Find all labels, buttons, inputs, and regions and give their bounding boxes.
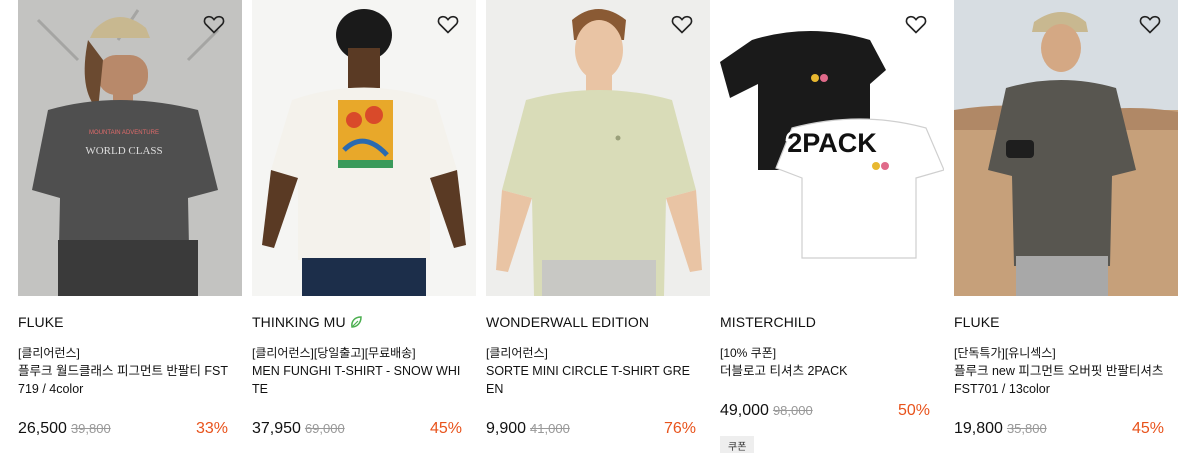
overlay-text: 2PACK <box>787 128 877 158</box>
price: 37,950 69,000 <box>252 420 345 438</box>
price: 49,000 98,000 <box>720 402 813 420</box>
heart-icon[interactable] <box>1138 12 1162 36</box>
product-image[interactable]: MOUNTAIN ADVENTURE WORLD CLASS <box>18 0 242 296</box>
product-tags: [클리어런스][당일출고][무료배송] <box>252 346 416 360</box>
product-card[interactable]: WONDERWALL EDITION [클리어런스] SORTE MINI CI… <box>486 0 710 453</box>
product-name[interactable]: 플루크 new 피그먼트 오버핏 반팔티셔츠 FST701 / 13color <box>954 362 1164 398</box>
sale-price: 49,000 <box>720 402 769 419</box>
brand-name[interactable]: FLUKE <box>18 314 64 330</box>
price: 19,800 35,800 <box>954 420 1047 438</box>
discount-rate: 33% <box>195 420 228 437</box>
price: 26,500 39,800 <box>18 420 111 438</box>
price: 9,900 41,000 <box>486 420 570 438</box>
print-text: MOUNTAIN ADVENTURE <box>89 130 159 136</box>
product-tags: [클리어런스] <box>486 346 548 360</box>
original-price: 98,000 <box>772 403 813 418</box>
product-name[interactable]: 플루크 월드클래스 피그먼트 반팔티 FST719 / 4color <box>18 362 228 398</box>
sale-price: 26,500 <box>18 420 67 437</box>
original-price: 39,800 <box>70 421 111 436</box>
original-price: 41,000 <box>530 421 570 436</box>
brand-name[interactable]: MISTERCHILD <box>720 314 816 330</box>
heart-icon[interactable] <box>670 12 694 36</box>
product-card[interactable]: 2PACK MISTERCHILD [10% 쿠폰] 더블로고 티셔츠 2PAC… <box>720 0 944 453</box>
discount-rate: 45% <box>429 420 462 437</box>
leaf-icon <box>350 316 362 328</box>
heart-icon[interactable] <box>202 12 226 36</box>
product-tags: [클리어런스] <box>18 346 80 360</box>
heart-icon[interactable] <box>904 12 928 36</box>
heart-icon[interactable] <box>436 12 460 36</box>
sale-price: 9,900 <box>486 420 527 437</box>
sale-price: 37,950 <box>252 420 301 437</box>
product-card[interactable]: THINKING MU [클리어런스][당일출고][무료배송] MEN FUNG… <box>252 0 476 453</box>
coupon-badge: 쿠폰 <box>720 436 755 453</box>
print-text: WORLD CLASS <box>85 145 162 157</box>
original-price: 35,800 <box>1006 421 1047 436</box>
discount-rate: 45% <box>1131 420 1164 437</box>
product-card[interactable]: MOUNTAIN ADVENTURE WORLD CLASS FLUKE [클리… <box>18 0 242 453</box>
discount-rate: 50% <box>897 402 930 419</box>
product-image[interactable] <box>954 0 1178 296</box>
discount-rate: 76% <box>663 420 696 437</box>
product-image[interactable]: 2PACK <box>720 0 944 296</box>
product-image[interactable] <box>486 0 710 296</box>
brand-name[interactable]: WONDERWALL EDITION <box>486 314 649 330</box>
product-name[interactable]: SORTE MINI CIRCLE T-SHIRT GREEN <box>486 362 696 398</box>
product-image[interactable] <box>252 0 476 296</box>
original-price: 69,000 <box>304 421 345 436</box>
product-name[interactable]: MEN FUNGHI T-SHIRT - SNOW WHITE <box>252 362 462 398</box>
product-card[interactable]: FLUKE [단독특가][유니섹스] 플루크 new 피그먼트 오버핏 반팔티셔… <box>954 0 1178 453</box>
brand-name[interactable]: THINKING MU <box>252 314 363 330</box>
sale-price: 19,800 <box>954 420 1003 437</box>
product-tags: [10% 쿠폰] <box>720 346 777 360</box>
product-name[interactable]: 더블로고 티셔츠 2PACK <box>720 362 930 380</box>
product-tags: [단독특가][유니섹스] <box>954 346 1056 360</box>
brand-name[interactable]: FLUKE <box>954 314 1000 330</box>
